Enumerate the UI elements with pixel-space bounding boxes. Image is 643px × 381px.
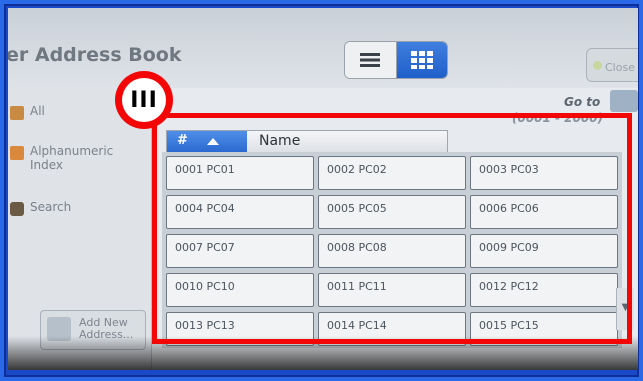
list-view-button[interactable] [345,42,397,78]
view-toggle[interactable] [344,41,448,79]
annotation-label: III [122,78,166,122]
sidebar-item-label: Search [30,200,72,214]
alpha-index-icon [10,146,24,160]
goto-label: Go to [564,95,601,109]
close-button[interactable]: Close [586,48,638,82]
list-view-icon [360,53,381,67]
book-icon [10,106,24,120]
highlight-box [152,113,632,344]
goto-button[interactable] [610,90,638,112]
sidebar-item-label: Alphanumeric Index [30,144,114,172]
page-title: er Address Book [8,44,182,66]
grid-view-button[interactable] [396,42,447,78]
sidebar-item-label: All [30,104,45,118]
sidebar-item-search[interactable]: Search [8,200,152,216]
sidebar-item-alphanumeric-index[interactable]: Alphanumeric Index [8,144,152,172]
header-bar: er Address Book Close [8,8,638,88]
binoculars-icon [10,202,24,216]
grid-view-icon [410,51,433,69]
sidebar: All Alphanumeric Index Search Add New Ad… [8,88,152,370]
annotation-marker: III [115,71,173,129]
